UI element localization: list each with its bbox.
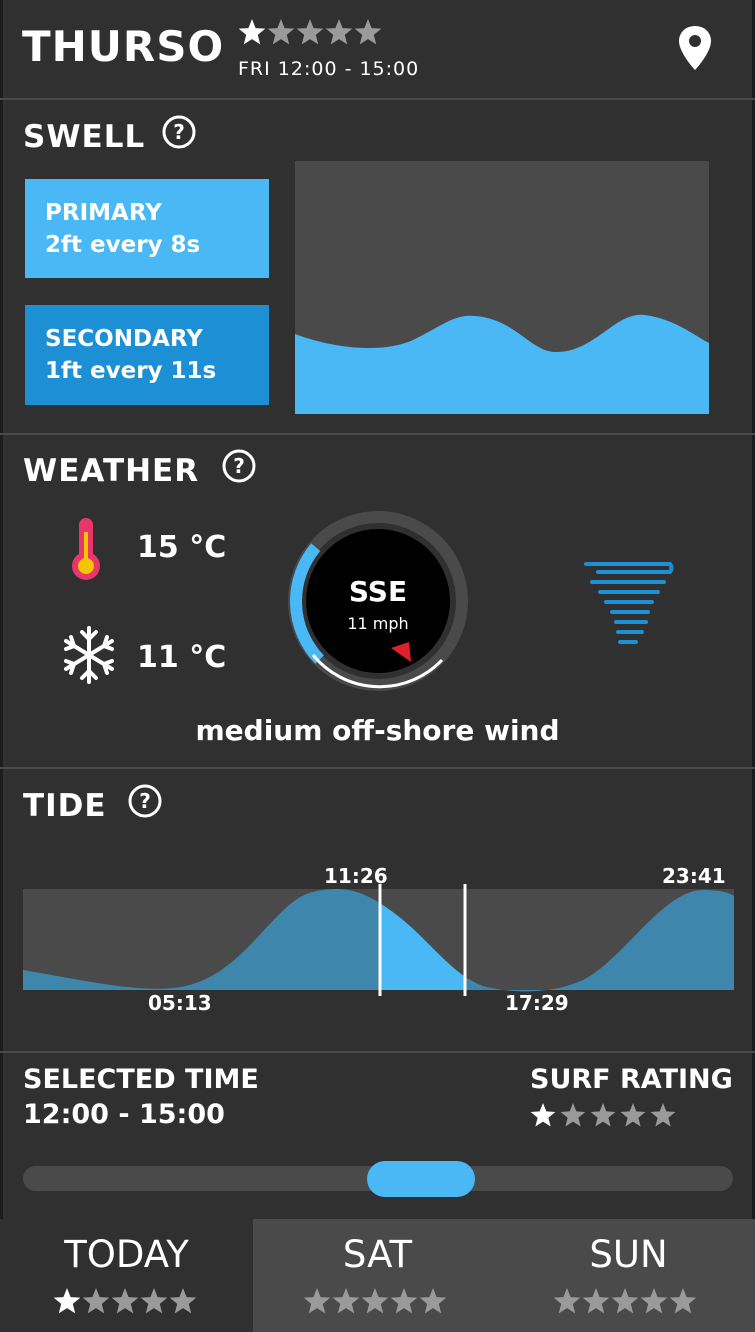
swell-title: SWELL [23,119,146,155]
day-tab-sat[interactable]: SAT [253,1219,502,1332]
tide-high-1: 11:26 [324,864,388,888]
divider-tide-selection [0,1051,755,1053]
header-rating-stars [238,19,382,45]
wind-strength-icon [584,562,674,644]
selected-time-value: 12:00 - 15:00 [23,1099,225,1130]
secondary-swell-card: SECONDARY 1ft every 11s [25,305,269,405]
star-empty-icon [332,1288,360,1314]
selected-time-label: SELECTED TIME [23,1064,259,1095]
day-tab-today-stars [53,1288,197,1314]
star-empty-icon [640,1288,668,1314]
primary-swell-title: PRIMARY [45,200,162,226]
secondary-swell-title: SECONDARY [45,326,203,352]
wind-speed: 11 mph [347,614,409,633]
day-tab-sat-stars [303,1288,447,1314]
weather-help-icon[interactable]: ? [221,448,257,484]
day-tab-sat-label: SAT [342,1233,413,1276]
tide-low-2: 17:29 [505,991,569,1015]
wind-direction: SSE [348,575,408,608]
weather-title: WEATHER [23,453,200,489]
time-slider-handle[interactable] [367,1161,475,1197]
star-empty-icon [325,19,353,45]
star-empty-icon [140,1288,168,1314]
star-empty-icon [590,1103,616,1127]
star-empty-icon [303,1288,331,1314]
star-filled-icon [530,1103,556,1127]
day-tab-today[interactable]: TODAY [0,1219,253,1332]
tide-title: TIDE [23,788,107,824]
swell-wave-chart [295,161,709,414]
star-filled-icon [238,19,266,45]
svg-text:?: ? [173,120,185,144]
day-tab-sun[interactable]: SUN [502,1219,755,1332]
svg-text:?: ? [233,454,245,478]
tide-low-1: 05:13 [148,991,212,1015]
star-empty-icon [620,1103,646,1127]
star-empty-icon [650,1103,676,1127]
wind-description: medium off-shore wind [195,714,560,747]
location-pin-icon[interactable] [676,24,714,72]
star-empty-icon [82,1288,110,1314]
day-tab-today-label: TODAY [64,1233,189,1276]
star-empty-icon [361,1288,389,1314]
star-empty-icon [611,1288,639,1314]
primary-swell-card: PRIMARY 2ft every 8s [25,179,269,278]
thermometer-icon [72,518,100,580]
temp-low: 11 °C [137,640,227,675]
star-empty-icon [553,1288,581,1314]
star-empty-icon [390,1288,418,1314]
star-empty-icon [267,19,295,45]
divider-weather-tide [0,767,755,769]
star-empty-icon [419,1288,447,1314]
day-tab-sun-stars [553,1288,697,1314]
tide-help-icon[interactable]: ? [127,783,163,819]
star-filled-icon [53,1288,81,1314]
star-empty-icon [111,1288,139,1314]
location-title: THURSO [22,22,225,71]
temp-high: 15 °C [137,530,227,565]
star-empty-icon [169,1288,197,1314]
surf-rating-label: SURF RATING [530,1064,733,1095]
svg-text:?: ? [139,789,151,813]
day-tab-sun-label: SUN [589,1233,668,1276]
star-empty-icon [354,19,382,45]
time-window: FRI 12:00 - 15:00 [238,58,420,80]
primary-swell-detail: 2ft every 8s [45,232,201,258]
divider-swell-weather [0,433,755,435]
star-empty-icon [560,1103,586,1127]
star-empty-icon [582,1288,610,1314]
header: THURSO FRI 12:00 - 15:00 [0,0,755,100]
star-empty-icon [296,19,324,45]
tide-high-2: 23:41 [662,864,726,888]
swell-help-icon[interactable]: ? [161,114,197,150]
snowflake-icon [64,626,114,684]
surf-rating-stars [530,1103,676,1127]
star-empty-icon [669,1288,697,1314]
secondary-swell-detail: 1ft every 11s [45,358,217,384]
